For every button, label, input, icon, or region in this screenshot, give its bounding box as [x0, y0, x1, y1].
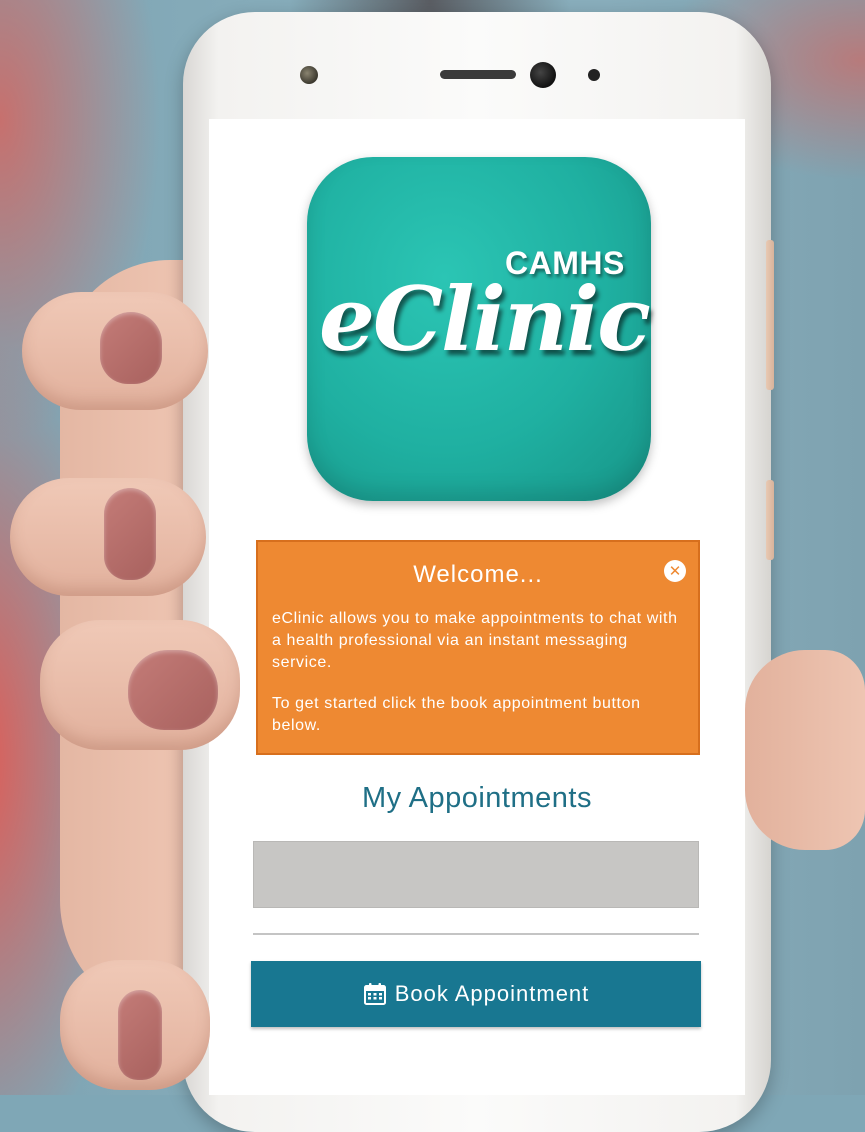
welcome-banner: Welcome... ✕ eClinic allows you to make …: [256, 540, 700, 755]
flash-icon: [300, 66, 318, 84]
phone-screen: CAMHS eClinic Welcome... ✕ eClinic allow…: [209, 119, 745, 1095]
welcome-paragraph-2: To get started click the book appointmen…: [272, 695, 641, 734]
calendar-icon: [363, 983, 386, 1005]
book-appointment-button[interactable]: Book Appointment: [251, 961, 701, 1027]
speaker-grille: [440, 70, 516, 79]
appointments-list: [253, 841, 699, 908]
eclinic-app-icon: CAMHS eClinic: [307, 157, 651, 501]
close-icon[interactable]: ✕: [664, 560, 686, 582]
fingernail: [104, 488, 156, 580]
phone-volume-button: [766, 240, 774, 390]
front-camera-icon: [530, 62, 556, 88]
thumb: [745, 650, 865, 850]
fingernail: [128, 650, 218, 730]
fingernail: [100, 312, 162, 384]
welcome-title: Welcome...: [413, 561, 543, 588]
phone-power-button: [766, 480, 774, 560]
welcome-paragraph-1: eClinic allows you to make appointments …: [272, 610, 678, 671]
welcome-message: eClinic allows you to make appointments …: [272, 608, 688, 756]
divider: [253, 933, 699, 935]
proximity-sensor: [588, 69, 600, 81]
fingernail: [118, 990, 162, 1080]
book-appointment-label: Book Appointment: [394, 981, 590, 1006]
app-icon-title: eClinic: [319, 267, 651, 371]
appointments-heading: My Appointments: [362, 782, 592, 814]
